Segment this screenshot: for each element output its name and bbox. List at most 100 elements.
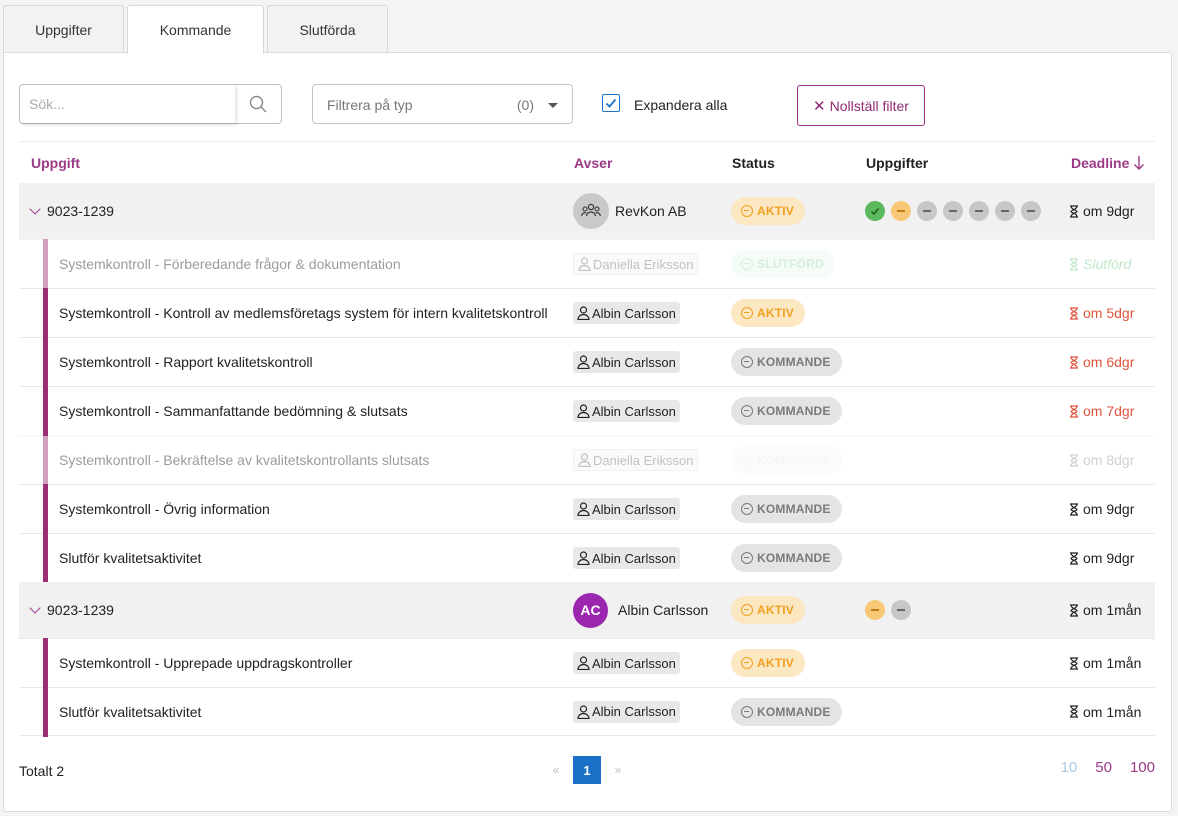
deadline: om 6dgr <box>1069 354 1134 370</box>
minus-circle-icon <box>741 552 753 564</box>
column-header-status: Status <box>732 155 775 171</box>
table-row[interactable]: Systemkontroll - Upprepade uppdragskontr… <box>19 638 1155 688</box>
user-chip: Albin Carlsson <box>573 498 680 520</box>
page-size-50[interactable]: 50 <box>1095 759 1112 776</box>
page-size-100[interactable]: 100 <box>1130 759 1155 776</box>
task-title[interactable]: Slutför kvalitetsaktivitet <box>59 688 201 735</box>
status-badge: SLUTFÖRD <box>731 250 835 278</box>
task-progress <box>865 582 917 638</box>
pagination: « 1 » <box>539 756 635 784</box>
group-id[interactable]: 9023-1239 <box>29 582 114 638</box>
table-row[interactable]: Systemkontroll - Kontroll av medlemsföre… <box>19 288 1155 338</box>
table-row[interactable]: Systemkontroll - Bekräftelse av kvalitet… <box>19 435 1155 485</box>
page-size-10[interactable]: 10 <box>1061 759 1078 776</box>
task-title[interactable]: Systemkontroll - Bekräftelse av kvalitet… <box>59 436 429 484</box>
table-row[interactable]: Systemkontroll - Sammanfattande bedömnin… <box>19 386 1155 436</box>
table-header: Uppgift Avser Status Uppgifter Deadline <box>19 141 1155 183</box>
search-input[interactable] <box>20 85 235 123</box>
hourglass-icon <box>1070 355 1078 369</box>
task-title[interactable]: Systemkontroll - Förberedande frågor & d… <box>59 240 401 288</box>
minus-circle-icon <box>741 205 753 217</box>
tab-slutforda[interactable]: Slutförda <box>267 5 388 53</box>
group-row[interactable]: 9023-1239 AC Albin Carlsson AKTIV om 1må… <box>19 582 1155 638</box>
deadline: om 9dgr <box>1069 203 1134 219</box>
minus-circle-icon <box>741 657 753 669</box>
user-chip: Albin Carlsson <box>573 400 680 422</box>
type-filter-select[interactable]: Filtrera på typ (0) <box>312 84 573 124</box>
hourglass-icon <box>1070 705 1078 718</box>
user-icon <box>577 306 590 320</box>
column-header-tasks: Uppgifter <box>866 155 929 171</box>
expand-all-checkbox[interactable] <box>602 94 620 112</box>
hourglass-icon <box>1070 551 1078 565</box>
tab-uppgifter[interactable]: Uppgifter <box>3 5 124 53</box>
minus-icon <box>995 201 1015 221</box>
sort-down-icon <box>1134 156 1145 170</box>
hourglass-icon <box>1070 603 1078 617</box>
search-icon[interactable] <box>249 95 267 113</box>
next-page-button[interactable]: » <box>601 763 635 777</box>
user-icon <box>577 502 590 516</box>
hourglass-icon <box>1070 204 1078 218</box>
table-row[interactable]: Systemkontroll - Övrig information Albin… <box>19 484 1155 534</box>
status-badge: AKTIV <box>731 596 805 624</box>
prev-page-button[interactable]: « <box>539 763 573 777</box>
task-title[interactable]: Systemkontroll - Rapport kvalitetskontro… <box>59 338 313 386</box>
deadline: om 1mån <box>1069 704 1141 720</box>
table-footer: Totalt 2 « 1 » 10 50 100 <box>19 756 1155 786</box>
tab-kommande[interactable]: Kommande <box>127 5 264 54</box>
chevron-down-icon[interactable] <box>29 602 41 614</box>
minus-circle-icon <box>741 705 753 718</box>
deadline: om 9dgr <box>1069 501 1134 517</box>
reset-filter-button[interactable]: ✕ Nollställ filter <box>797 85 925 126</box>
search-box <box>19 84 282 124</box>
user-icon <box>577 404 590 418</box>
status-badge: KOMMANDE <box>731 697 842 726</box>
chevron-down-icon[interactable] <box>29 203 41 215</box>
minus-circle-icon <box>741 604 753 616</box>
group-id[interactable]: 9023-1239 <box>29 183 114 239</box>
table-row[interactable]: Slutför kvalitetsaktivitet Albin Carlsso… <box>19 687 1155 737</box>
group-icon <box>573 193 609 229</box>
group-owner: RevKon AB <box>573 183 687 239</box>
status-badge: AKTIV <box>731 649 805 677</box>
page-size-selector: 10 50 100 <box>1043 759 1155 776</box>
expand-all-label[interactable]: Expandera alla <box>634 97 727 113</box>
avatar: AC <box>573 592 608 628</box>
minus-circle-icon <box>741 356 753 368</box>
user-chip: Albin Carlsson <box>573 351 680 373</box>
user-chip: Daniella Eriksson <box>573 253 699 275</box>
column-header-deadline[interactable]: Deadline <box>1071 155 1145 171</box>
user-icon <box>578 453 591 467</box>
page-1-button[interactable]: 1 <box>573 756 601 784</box>
deadline: om 9dgr <box>1069 550 1134 566</box>
group-row[interactable]: 9023-1239 RevKon AB AKTIV om 9dgr <box>19 183 1155 239</box>
minus-icon <box>917 201 937 221</box>
user-chip: Albin Carlsson <box>573 302 680 324</box>
deadline: om 1mån <box>1069 602 1141 618</box>
task-title[interactable]: Systemkontroll - Sammanfattande bedömnin… <box>59 387 408 435</box>
column-header-avser[interactable]: Avser <box>574 155 612 171</box>
minus-icon <box>943 201 963 221</box>
status-badge: AKTIV <box>731 197 805 225</box>
task-progress <box>865 183 1047 239</box>
status-badge: KOMMANDE <box>731 348 842 376</box>
user-chip: Albin Carlsson <box>573 700 680 723</box>
user-icon <box>578 257 591 271</box>
minus-circle-icon <box>741 503 753 515</box>
column-header-task[interactable]: Uppgift <box>31 155 80 171</box>
hourglass-icon <box>1070 656 1078 670</box>
table-row[interactable]: Systemkontroll - Förberedande frågor & d… <box>19 239 1155 289</box>
task-title[interactable]: Systemkontroll - Kontroll av medlemsföre… <box>59 289 548 337</box>
task-title[interactable]: Slutför kvalitetsaktivitet <box>59 534 201 582</box>
task-title[interactable]: Systemkontroll - Upprepade uppdragskontr… <box>59 639 352 687</box>
minus-icon <box>865 600 885 620</box>
type-filter-label: Filtrera på typ <box>327 97 413 113</box>
hourglass-icon <box>1070 257 1078 271</box>
reset-filter-label: Nollställ filter <box>829 97 909 114</box>
hourglass-icon <box>1070 306 1078 320</box>
table-row[interactable]: Systemkontroll - Rapport kvalitetskontro… <box>19 337 1155 387</box>
task-title[interactable]: Systemkontroll - Övrig information <box>59 485 270 533</box>
table-row[interactable]: Slutför kvalitetsaktivitet Albin Carlsso… <box>19 533 1155 583</box>
status-badge: KOMMANDE <box>731 397 842 425</box>
